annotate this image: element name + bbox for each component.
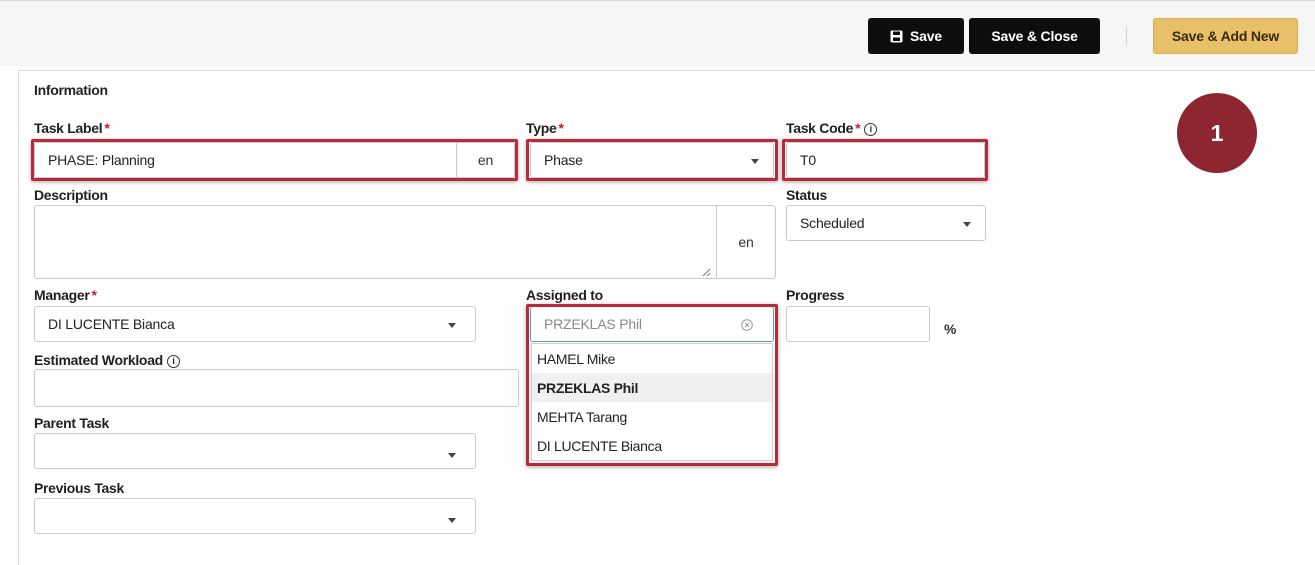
parent-task-label: Parent Task <box>34 415 110 431</box>
save-button-label: Save <box>910 28 942 44</box>
chevron-down-icon <box>751 159 759 164</box>
dropdown-option[interactable]: HAMEL Mike <box>532 344 772 373</box>
type-label: Type * <box>526 120 564 136</box>
toolbar-divider <box>1126 27 1127 45</box>
estimated-workload-label-text: Estimated Workload <box>34 352 163 368</box>
status-select[interactable]: Scheduled <box>786 205 986 241</box>
info-icon[interactable]: i <box>166 355 180 368</box>
task-label-input[interactable]: PHASE: Planning en <box>34 142 515 178</box>
save-close-button[interactable]: Save & Close <box>969 18 1100 54</box>
required-mark: * <box>558 120 564 136</box>
task-label-value: PHASE: Planning <box>48 152 155 168</box>
chevron-down-icon <box>448 453 456 458</box>
type-select[interactable]: Phase <box>530 142 774 178</box>
required-mark: * <box>104 120 110 136</box>
chevron-down-icon <box>448 323 456 328</box>
chevron-down-icon <box>963 222 971 227</box>
required-mark: * <box>91 287 97 303</box>
type-value: Phase <box>544 152 583 168</box>
floppy-disk-icon <box>890 30 903 43</box>
chevron-down-icon <box>448 518 456 523</box>
save-button[interactable]: Save <box>868 18 964 54</box>
estimated-workload-input[interactable] <box>34 369 519 407</box>
action-toolbar <box>0 0 1315 66</box>
previous-task-select[interactable] <box>34 498 476 534</box>
assigned-to-placeholder: PRZEKLAS Phil <box>544 316 642 332</box>
save-add-new-button[interactable]: Save & Add New <box>1153 18 1298 54</box>
estimated-workload-label: Estimated Workload i <box>34 352 180 368</box>
description-language[interactable]: en <box>716 206 775 278</box>
progress-input[interactable] <box>786 306 930 342</box>
assigned-to-label: Assigned to <box>526 287 603 303</box>
task-code-input[interactable]: T0 <box>786 142 985 178</box>
assigned-to-input[interactable]: PRZEKLAS Phil <box>530 306 774 342</box>
assigned-to-dropdown: HAMEL Mike PRZEKLAS Phil MEHTA Tarang DI… <box>531 343 773 461</box>
task-label-language[interactable]: en <box>456 143 514 177</box>
progress-label: Progress <box>786 287 845 303</box>
required-mark: * <box>855 120 861 136</box>
task-label-label-text: Task Label <box>34 120 103 136</box>
resize-handle-icon[interactable] <box>701 264 711 277</box>
task-code-label-text: Task Code <box>786 120 854 136</box>
dropdown-option[interactable]: PRZEKLAS Phil <box>532 373 772 402</box>
dropdown-option[interactable]: DI LUCENTE Bianca <box>532 431 772 460</box>
task-label-label: Task Label * <box>34 120 110 136</box>
previous-task-label: Previous Task <box>34 480 124 496</box>
dropdown-option[interactable]: MEHTA Tarang <box>532 402 772 431</box>
manager-label: Manager * <box>34 287 97 303</box>
save-add-new-button-label: Save & Add New <box>1171 28 1280 44</box>
status-value: Scheduled <box>800 215 865 231</box>
save-close-button-label: Save & Close <box>991 28 1078 44</box>
manager-label-text: Manager <box>34 287 90 303</box>
description-label: Description <box>34 187 108 203</box>
manager-value: DI LUCENTE Bianca <box>48 316 175 332</box>
task-code-label: Task Code * i <box>786 120 878 136</box>
status-label: Status <box>786 187 827 203</box>
info-icon[interactable]: i <box>864 123 878 136</box>
clear-icon[interactable] <box>741 318 753 331</box>
section-title: Information <box>34 82 108 98</box>
manager-select[interactable]: DI LUCENTE Bianca <box>34 306 476 342</box>
task-code-value: T0 <box>800 152 816 168</box>
progress-unit: % <box>944 321 957 337</box>
type-label-text: Type <box>526 120 557 136</box>
step-number-badge: 1 <box>1177 93 1257 173</box>
description-textarea[interactable]: en <box>34 205 776 279</box>
parent-task-select[interactable] <box>34 433 476 469</box>
